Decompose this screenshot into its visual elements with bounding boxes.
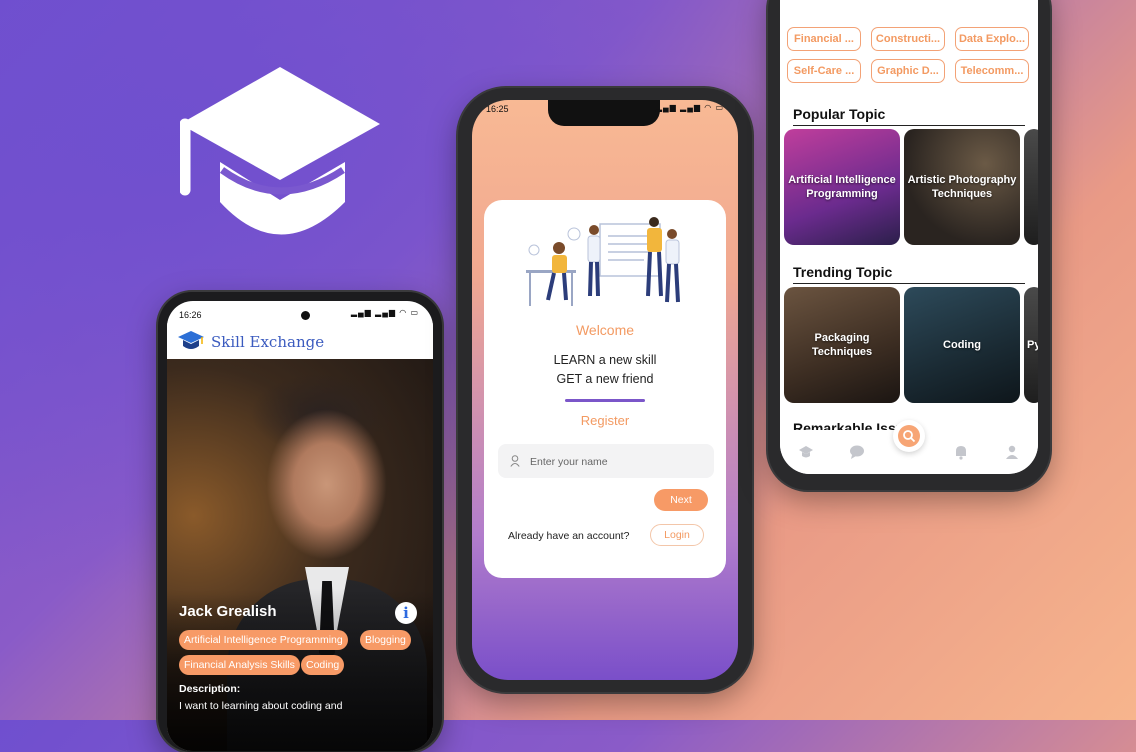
bottom-nav bbox=[780, 420, 1038, 474]
status-time: 16:26 bbox=[179, 310, 202, 320]
divider bbox=[565, 399, 645, 402]
user-name: Jack Grealish bbox=[179, 603, 277, 620]
search-icon bbox=[903, 430, 916, 443]
category-chip[interactable]: Graphic D... bbox=[871, 59, 945, 83]
login-button[interactable]: Login bbox=[650, 524, 704, 546]
status-bar: 16:26 ▂▄▆ ▂▄▆ ◠ ▭ bbox=[167, 301, 433, 321]
graduation-cap-icon bbox=[180, 67, 380, 235]
topic-card[interactable]: Py bbox=[1024, 287, 1038, 403]
graduation-cap-icon[interactable] bbox=[798, 444, 814, 460]
name-field[interactable] bbox=[498, 444, 714, 478]
skill-tag[interactable]: Artificial Intelligence Programming bbox=[179, 630, 348, 650]
status-bar: 16:25 ▂▄▆ ▂▄▆ ◠ ▭ bbox=[472, 100, 738, 120]
info-button[interactable]: i bbox=[395, 602, 417, 624]
register-phone: 16:25 ▂▄▆ ▂▄▆ ◠ ▭ Welcome LEARN a new sk… bbox=[458, 88, 752, 692]
graduation-cap-icon bbox=[178, 331, 204, 349]
popular-topic-title: Popular Topic bbox=[793, 106, 886, 122]
chat-icon[interactable] bbox=[849, 444, 865, 460]
status-time: 16:25 bbox=[486, 104, 509, 114]
name-input[interactable] bbox=[528, 452, 712, 472]
section-divider bbox=[793, 125, 1025, 126]
tagline-learn: LEARN a new skill bbox=[553, 353, 657, 367]
welcome-heading: Welcome bbox=[575, 322, 635, 338]
camera-hole bbox=[301, 311, 310, 320]
explore-screen: Financial ... Constructi... Data Explo..… bbox=[780, 0, 1038, 474]
category-chip[interactable]: Telecomm... bbox=[955, 59, 1029, 83]
skill-tag[interactable]: Coding bbox=[301, 655, 345, 675]
skill-tag[interactable]: Financial Analysis Skills bbox=[179, 655, 300, 675]
category-chip[interactable]: Self-Care ... bbox=[787, 59, 861, 83]
skill-tag[interactable]: Blogging bbox=[360, 630, 411, 650]
topic-label: Py bbox=[1027, 339, 1038, 351]
search-button[interactable] bbox=[893, 420, 925, 452]
description-label: Description: bbox=[179, 683, 241, 695]
topic-label: Artificial Intelligence Programming bbox=[788, 174, 896, 200]
register-heading: Register bbox=[580, 413, 630, 428]
team-illustration bbox=[526, 217, 680, 306]
profile-phone: 16:26 ▂▄▆ ▂▄▆ ◠ ▭ Skill Exchange Jack Gr… bbox=[158, 292, 442, 752]
topic-card[interactable] bbox=[1024, 129, 1038, 245]
profile-screen: 16:26 ▂▄▆ ▂▄▆ ◠ ▭ Skill Exchange Jack Gr… bbox=[167, 301, 433, 751]
register-card: Welcome LEARN a new skill GET a new frie… bbox=[484, 200, 726, 578]
next-button[interactable]: Next bbox=[654, 489, 708, 511]
topic-card[interactable]: Packaging Techniques bbox=[784, 287, 900, 403]
signal-wifi-battery-icon: ▂▄▆ ▂▄▆ ◠ ▭ bbox=[350, 308, 419, 317]
explore-phone: Financial ... Constructi... Data Explo..… bbox=[768, 0, 1050, 490]
bell-icon[interactable] bbox=[953, 444, 969, 460]
topic-card[interactable]: Artistic Photography Techniques bbox=[904, 129, 1020, 245]
topic-card[interactable]: Coding bbox=[904, 287, 1020, 403]
description-text: I want to learning about coding and bbox=[179, 700, 343, 712]
topic-label: Coding bbox=[943, 339, 981, 351]
app-title: Skill Exchange bbox=[211, 333, 325, 351]
signal-wifi-battery-icon: ▂▄▆ ▂▄▆ ◠ ▭ bbox=[655, 103, 724, 112]
user-icon bbox=[510, 455, 520, 467]
tagline-friend: GET a new friend bbox=[556, 372, 654, 386]
topic-card[interactable]: Artificial Intelligence Programming bbox=[784, 129, 900, 245]
topic-label: Artistic Photography Techniques bbox=[907, 174, 1017, 200]
category-chip[interactable]: Financial ... bbox=[787, 27, 861, 51]
category-chip[interactable]: Constructi... bbox=[871, 27, 945, 51]
profile-icon[interactable] bbox=[1004, 444, 1020, 460]
section-divider bbox=[793, 283, 1025, 284]
trending-topic-title: Trending Topic bbox=[793, 264, 893, 280]
category-chip[interactable]: Data Explo... bbox=[955, 27, 1029, 51]
topic-label: Packaging Techniques bbox=[811, 332, 873, 358]
register-screen: 16:25 ▂▄▆ ▂▄▆ ◠ ▭ Welcome LEARN a new sk… bbox=[472, 100, 738, 680]
already-have-account-text: Already have an account? bbox=[508, 530, 630, 542]
